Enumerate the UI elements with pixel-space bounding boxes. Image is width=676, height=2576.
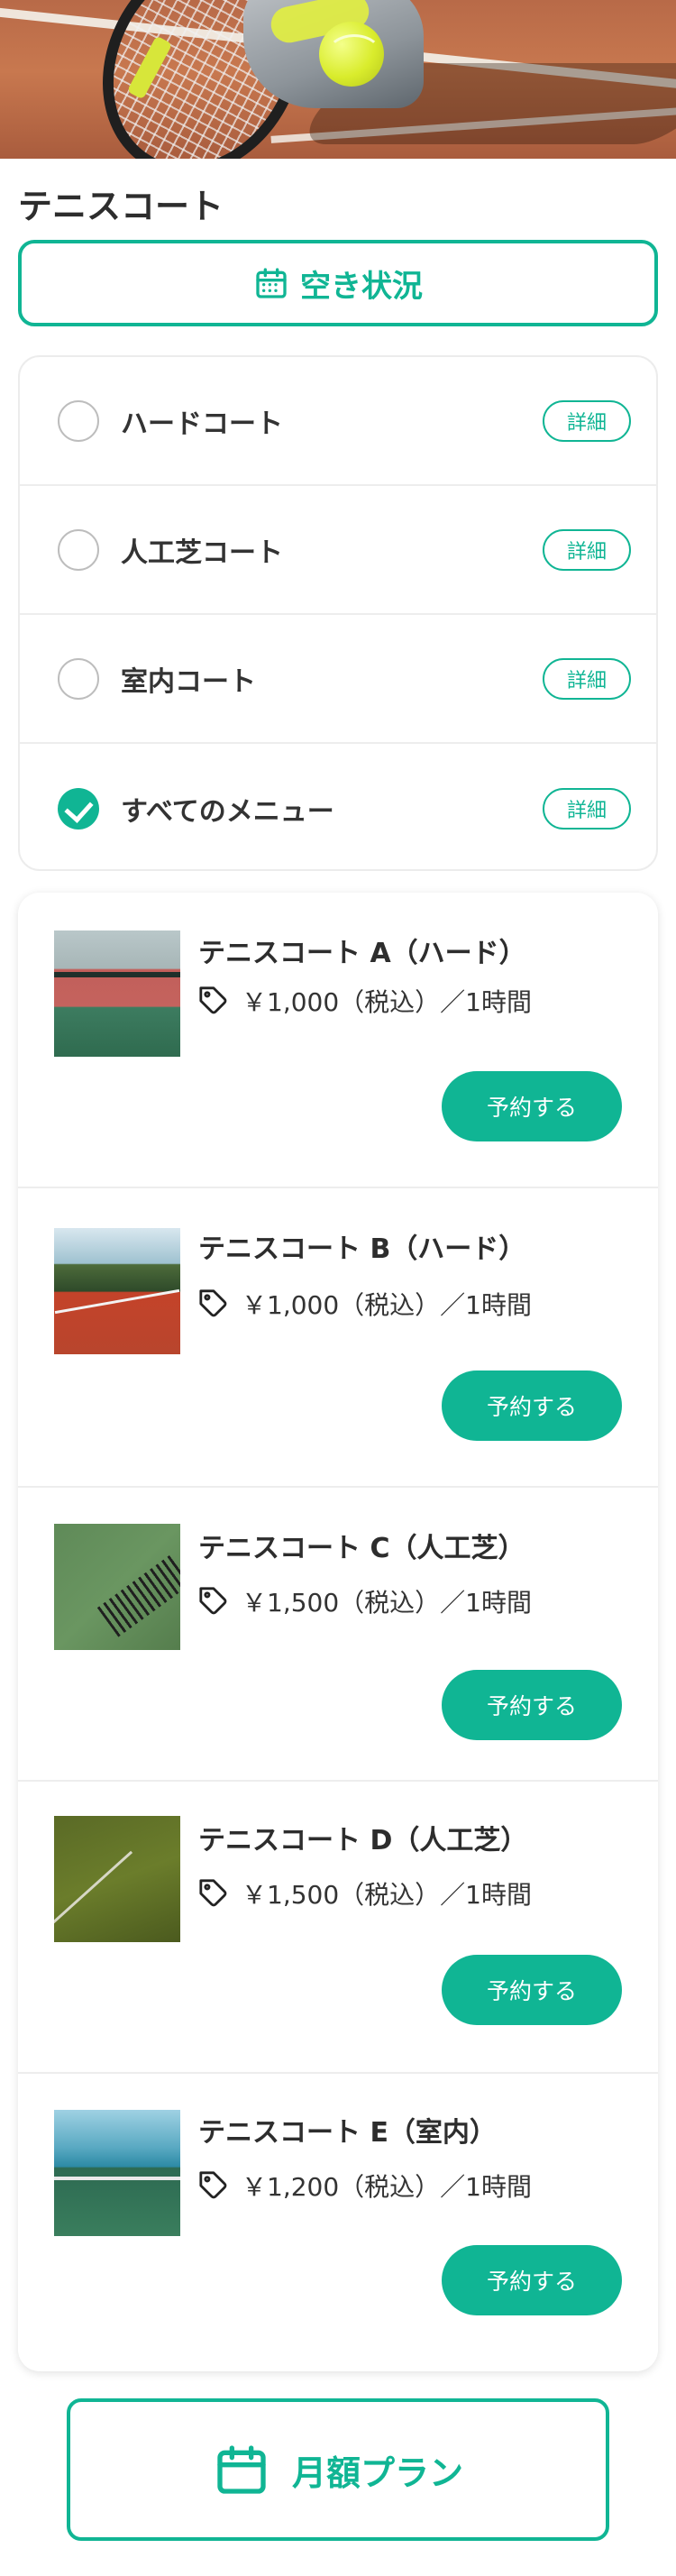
menu-item-label: ハードコート — [121, 408, 283, 440]
court-name: テニスコート B（ハード） — [198, 1233, 526, 1265]
price-row: ￥1,500（税込）／1時間 — [198, 1875, 532, 1911]
reserve-button[interactable]: 予約する — [442, 1955, 622, 2025]
menu-item-all[interactable]: すべてのメニュー 詳細 — [20, 744, 656, 869]
reserve-button[interactable]: 予約する — [442, 2245, 622, 2315]
reserve-button[interactable]: 予約する — [442, 1071, 622, 1141]
radio-button[interactable] — [58, 399, 99, 442]
court-thumbnail — [54, 1816, 180, 1942]
court-thumbnail — [54, 930, 180, 1057]
menu-item-hard-court[interactable]: ハードコート 詳細 — [20, 357, 656, 486]
price-tag-icon — [199, 2171, 227, 2199]
price-row: ￥1,200（税込）／1時間 — [198, 2168, 532, 2204]
page-title: テニスコート — [18, 187, 224, 226]
court-name: テニスコート A（ハード） — [198, 938, 526, 969]
detail-button[interactable]: 詳細 — [543, 399, 631, 442]
court-name: テニスコート E（室内） — [198, 2117, 497, 2149]
menu-item-indoor-court[interactable]: 室内コート 詳細 — [20, 615, 656, 744]
price-text: ￥1,500（税込）／1時間 — [242, 1880, 532, 1910]
court-name: テニスコート C（人工芝） — [198, 1533, 525, 1564]
price-text: ￥1,500（税込）／1時間 — [242, 1588, 532, 1618]
detail-button[interactable]: 詳細 — [543, 528, 631, 571]
list-item: テニスコート D（人工芝） ￥1,500（税込）／1時間 予約する — [18, 1782, 658, 2074]
court-thumbnail — [54, 1228, 180, 1354]
list-item: テニスコート C（人工芝） ￥1,500（税込）／1時間 予約する — [18, 1488, 658, 1782]
hero-image — [0, 0, 676, 159]
price-tag-icon — [199, 1289, 227, 1317]
price-tag-icon — [199, 1587, 227, 1615]
court-name: テニスコート D（人工芝） — [198, 1825, 528, 1856]
radio-button-checked[interactable] — [58, 787, 99, 830]
court-thumbnail — [54, 2110, 180, 2236]
menu-item-label: すべてのメニュー — [121, 795, 334, 828]
radio-button[interactable] — [58, 528, 99, 571]
reserve-button[interactable]: 予約する — [442, 1371, 622, 1441]
monthly-plan-button[interactable]: 月額プラン — [67, 2398, 609, 2541]
list-item: テニスコート A（ハード） ￥1,000（税込）／1時間 予約する — [18, 893, 658, 1188]
price-row: ￥1,000（税込）／1時間 — [198, 983, 532, 1019]
detail-button[interactable]: 詳細 — [543, 657, 631, 700]
menu-item-label: 室内コート — [121, 665, 256, 698]
availability-label: 空き状況 — [300, 268, 423, 305]
court-thumbnail — [54, 1524, 180, 1650]
price-text: ￥1,000（税込）／1時間 — [242, 1290, 532, 1320]
radio-button[interactable] — [58, 657, 99, 700]
price-text: ￥1,200（税込）／1時間 — [242, 2172, 532, 2202]
price-tag-icon — [199, 1879, 227, 1907]
calendar-icon — [217, 2445, 266, 2494]
price-row: ￥1,500（税込）／1時間 — [198, 1583, 532, 1619]
court-list: テニスコート A（ハード） ￥1,000（税込）／1時間 予約する テニスコート… — [18, 893, 658, 2371]
monthly-plan-label: 月額プラン — [291, 2452, 463, 2493]
tennis-ball — [319, 22, 384, 87]
reserve-button[interactable]: 予約する — [442, 1670, 622, 1740]
list-item: テニスコート E（室内） ￥1,200（税込）／1時間 予約する — [18, 2074, 658, 2371]
availability-button[interactable]: 空き状況 — [18, 240, 658, 326]
price-text: ￥1,000（税込）／1時間 — [242, 987, 532, 1017]
list-item: テニスコート B（ハード） ￥1,000（税込）／1時間 予約する — [18, 1188, 658, 1488]
court-type-filter: ハードコート 詳細 人工芝コート 詳細 室内コート 詳細 すべてのメニュー 詳細 — [18, 355, 658, 871]
menu-item-label: 人工芝コート — [121, 536, 283, 569]
price-tag-icon — [199, 986, 227, 1014]
menu-item-artificial-turf[interactable]: 人工芝コート 詳細 — [20, 486, 656, 615]
calendar-icon — [256, 268, 287, 298]
price-row: ￥1,000（税込）／1時間 — [198, 1286, 532, 1322]
detail-button[interactable]: 詳細 — [543, 787, 631, 830]
